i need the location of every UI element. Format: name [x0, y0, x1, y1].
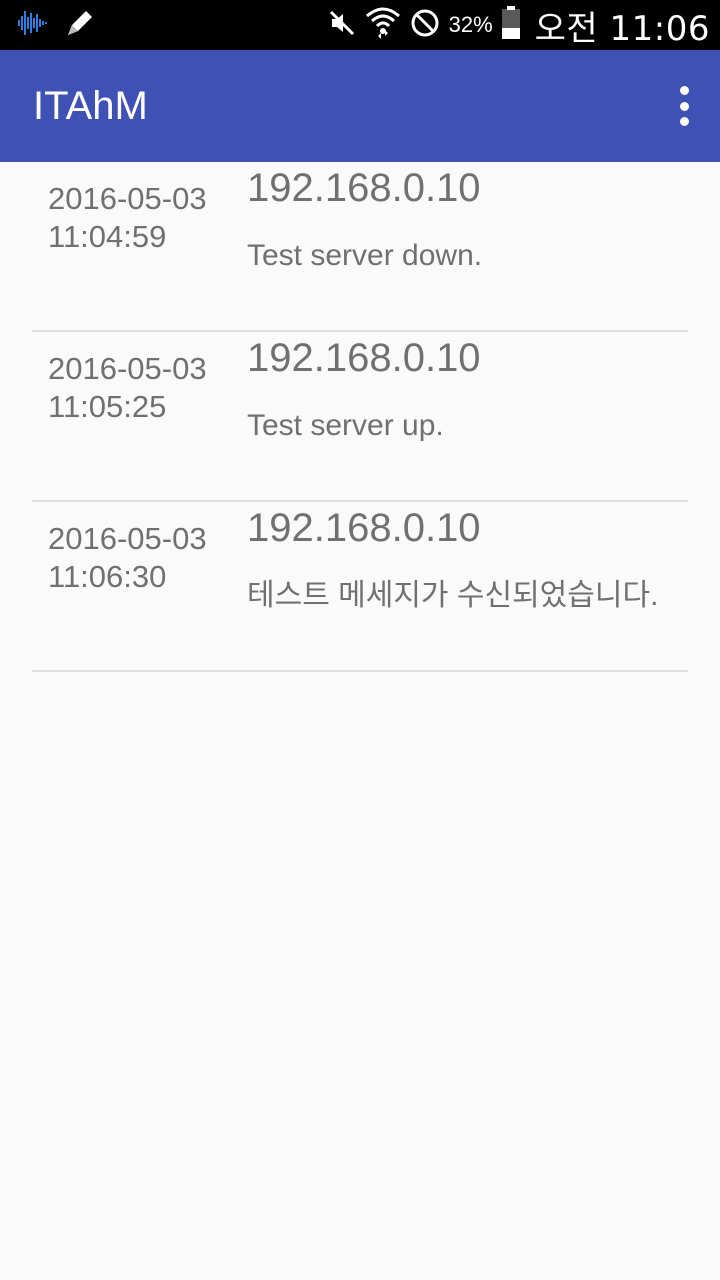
list-item[interactable]: 2016-05-03 11:06:30 192.168.0.10 테스트 메세지… — [0, 502, 720, 672]
battery-icon — [501, 5, 521, 45]
event-ip-address: 192.168.0.10 — [247, 506, 481, 550]
event-date: 2016-05-03 — [48, 351, 207, 386]
event-message: 테스트 메세지가 수신되었습니다. — [247, 579, 659, 612]
event-timestamp: 2016-05-03 11:06:30 — [48, 520, 207, 596]
wifi-icon — [365, 6, 401, 45]
event-ip-address: 192.168.0.10 — [247, 336, 481, 380]
event-time: 11:04:59 — [48, 219, 167, 254]
event-message: Test server up. — [247, 409, 444, 442]
status-bar-system: 32% 오전 11:06 — [327, 0, 710, 50]
pencil-icon — [64, 7, 96, 44]
event-timestamp: 2016-05-03 11:04:59 — [48, 180, 207, 256]
event-timestamp: 2016-05-03 11:05:25 — [48, 350, 207, 426]
do-not-disturb-icon — [409, 7, 441, 44]
audio-wave-icon — [14, 8, 50, 43]
event-date: 2016-05-03 — [48, 521, 207, 556]
status-bar: 32% 오전 11:06 — [0, 0, 720, 50]
status-bar-notifications — [14, 8, 96, 42]
mute-icon — [327, 8, 357, 43]
event-time: 11:05:25 — [48, 389, 167, 424]
status-clock: 오전 11:06 — [534, 8, 710, 49]
event-time: 11:06:30 — [48, 559, 167, 594]
event-ip-address: 192.168.0.10 — [247, 166, 481, 210]
battery-percent: 32% — [448, 12, 493, 37]
event-log-list: 2016-05-03 11:04:59 192.168.0.10 Test se… — [0, 162, 720, 672]
event-date: 2016-05-03 — [48, 181, 207, 216]
event-message: Test server down. — [247, 239, 483, 272]
